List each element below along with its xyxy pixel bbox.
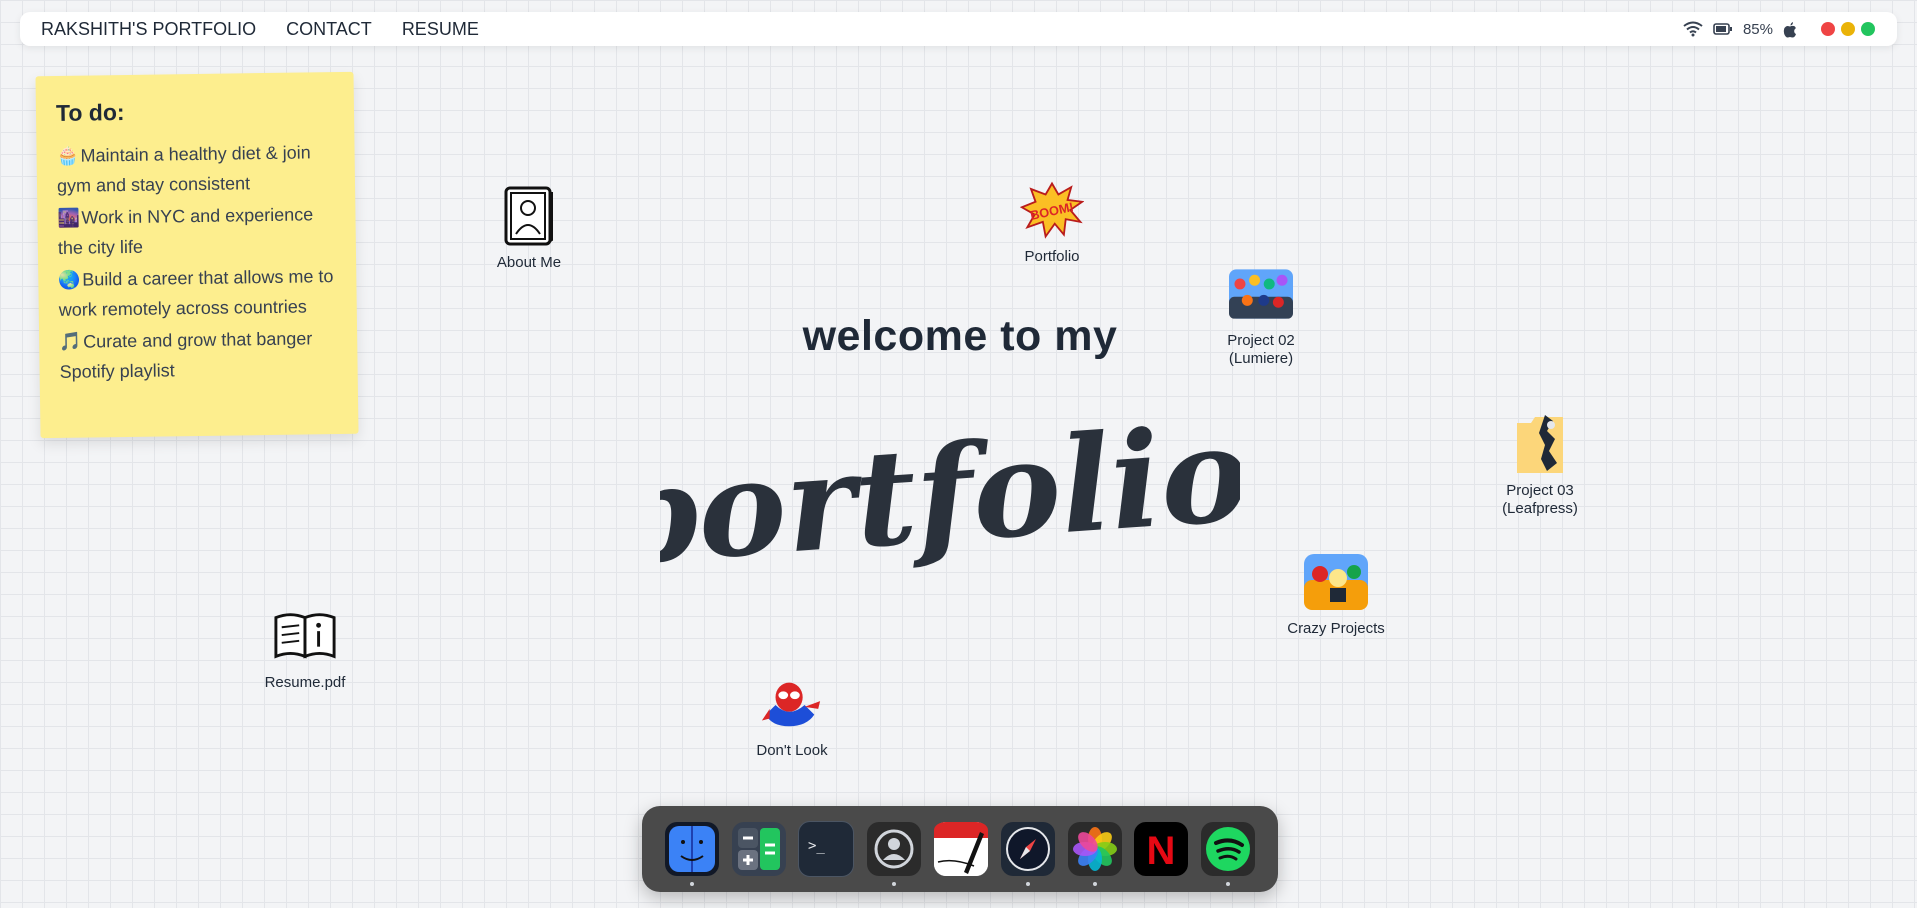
safari-icon[interactable] [1000, 822, 1055, 886]
contacts-icon[interactable] [867, 822, 922, 886]
anime-collage-icon [1304, 550, 1368, 614]
maximize-dot[interactable] [1861, 22, 1875, 36]
todo-item: 🧁Maintain a healthy diet & join gym and … [56, 137, 335, 201]
wifi-icon[interactable] [1683, 21, 1703, 37]
todo-text: Build a career that allows me to work re… [58, 266, 334, 320]
folder-character-icon [1508, 412, 1572, 476]
about-me-label: About Me [496, 254, 562, 271]
spiderman-icon [760, 672, 824, 736]
note-title: To do: [55, 98, 125, 126]
city-icon: 🌆 [57, 207, 81, 228]
heroes-collage-icon [1229, 262, 1293, 326]
todo-list: 🧁Maintain a healthy diet & join gym and … [56, 137, 337, 387]
battery-icon[interactable] [1713, 23, 1733, 35]
crazy-projects-folder[interactable]: Crazy Projects [1276, 550, 1396, 638]
finder-icon[interactable] [664, 822, 719, 886]
apple-icon[interactable] [1783, 21, 1797, 38]
dont-look-label: Don't Look [756, 742, 828, 759]
portfolio-script-text: portfolio. [660, 393, 1240, 596]
running-indicator [689, 882, 694, 886]
project-03-label: Project 03 (Leafpress) [1502, 482, 1578, 517]
running-indicator [892, 882, 897, 886]
running-indicator [1092, 882, 1097, 886]
portfolio-script-title: portfolio. [660, 393, 1240, 596]
brand-link[interactable]: RAKSHITH'S PORTFOLIO [41, 19, 256, 40]
todo-text: Maintain a healthy diet & join gym and s… [56, 142, 311, 196]
running-indicator [1025, 882, 1030, 886]
todo-text: Work in NYC and experience the city life [57, 204, 314, 258]
globe-icon: 🌏 [58, 269, 81, 290]
dock: >_ N [642, 806, 1278, 892]
contact-link[interactable]: CONTACT [286, 19, 372, 40]
todo-item: 🌆Work in NYC and experience the city lif… [57, 199, 336, 263]
terminal-icon[interactable]: >_ [798, 821, 855, 877]
window-controls [1821, 22, 1875, 36]
resume-file[interactable]: Resume.pdf [245, 604, 365, 692]
running-indicator [1226, 882, 1231, 886]
portfolio-folder[interactable]: BOOM! Portfolio [992, 178, 1112, 266]
todo-item: 🌏Build a career that allows me to work r… [58, 261, 337, 325]
todo-sticky-note[interactable]: To do: 🧁Maintain a healthy diet & join g… [35, 71, 359, 439]
music-icon: 🎵 [59, 331, 82, 352]
battery-percent: 85% [1742, 20, 1773, 38]
calculator-icon[interactable] [731, 822, 786, 876]
resume-link[interactable]: RESUME [402, 19, 479, 40]
boom-icon: BOOM! [1020, 178, 1084, 242]
welcome-heading: welcome to my [802, 312, 1118, 360]
project-02-label: Project 02 (Lumiere) [1227, 332, 1295, 367]
about-me-folder[interactable]: About Me [469, 184, 589, 272]
close-dot[interactable] [1821, 22, 1835, 36]
open-book-icon [273, 604, 337, 668]
terminal-prompt: >_ [808, 838, 825, 854]
todo-text: Curate and grow that banger Spotify play… [59, 328, 313, 382]
resume-label: Resume.pdf [264, 674, 346, 691]
notes-icon[interactable] [933, 822, 988, 876]
menu-bar: RAKSHITH'S PORTFOLIO CONTACT RESUME 85% [20, 12, 1897, 46]
minimize-dot[interactable] [1841, 22, 1855, 36]
dont-look-folder[interactable]: Don't Look [732, 672, 852, 760]
status-area: 85% [1683, 21, 1875, 38]
spotify-icon[interactable] [1201, 822, 1256, 886]
netflix-letter: N [1147, 829, 1176, 872]
project-03-folder[interactable]: Project 03 (Leafpress) [1480, 412, 1600, 518]
project-02-folder[interactable]: Project 02 (Lumiere) [1201, 262, 1321, 368]
cupcake-icon: 🧁 [56, 145, 80, 166]
sketchbook-icon [497, 184, 561, 248]
netflix-icon[interactable]: N [1134, 822, 1189, 876]
todo-item: 🎵Curate and grow that banger Spotify pla… [59, 323, 338, 387]
portfolio-label: Portfolio [1024, 248, 1080, 265]
crazy-projects-label: Crazy Projects [1287, 620, 1385, 637]
photos-icon[interactable] [1067, 822, 1122, 886]
